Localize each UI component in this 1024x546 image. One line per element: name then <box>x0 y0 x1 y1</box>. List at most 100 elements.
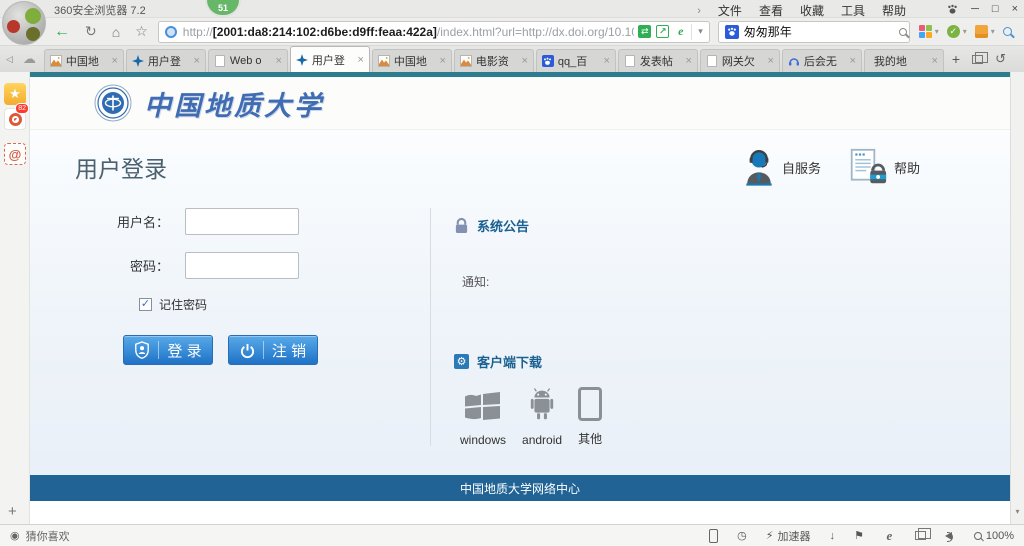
scroll-down-icon[interactable]: ▾ <box>1011 507 1024 516</box>
security-extension-icon[interactable]: ✓ <box>947 25 960 38</box>
speed-score-badge[interactable]: 51 <box>205 0 241 17</box>
zoom-control[interactable]: 100% <box>974 530 1014 542</box>
favorites-sidebar-icon[interactable]: ★ <box>4 83 26 105</box>
self-service-link[interactable]: 自服务 <box>743 148 821 186</box>
download-manager-icon[interactable]: ↓ <box>829 530 835 542</box>
accelerator-label: 加速器 <box>777 528 810 544</box>
shield-user-icon <box>134 341 150 359</box>
wallpaper-dropdown-icon[interactable]: ▾ <box>991 27 995 36</box>
tab-close-icon[interactable]: × <box>685 55 691 67</box>
volume-icon[interactable] <box>945 532 952 540</box>
menu-file[interactable]: 文件 <box>718 2 742 19</box>
cloud-sync-icon[interactable]: ☁ <box>23 51 36 67</box>
menu-overflow-icon[interactable]: › <box>697 5 701 17</box>
tab-2[interactable]: Web o × <box>208 49 288 72</box>
undo-close-tab-icon[interactable]: ↺ <box>995 51 1006 67</box>
menu-tools[interactable]: 工具 <box>841 2 865 19</box>
ie-compat-icon[interactable]: e <box>674 25 687 38</box>
check-icon: ✓ <box>141 299 150 310</box>
url-text[interactable]: http://[2001:da8:214:102:d6be:d9ff:feaa:… <box>183 25 634 39</box>
tab-close-icon[interactable]: × <box>603 55 609 67</box>
favorite-star-icon[interactable]: ☆ <box>135 23 148 40</box>
menu-favorites[interactable]: 收藏 <box>800 2 824 19</box>
menu-help[interactable]: 帮助 <box>882 2 906 19</box>
tab-close-icon[interactable]: × <box>521 55 527 67</box>
download-windows[interactable]: windows <box>460 390 506 447</box>
tab-9[interactable]: 后会无 × <box>782 49 862 72</box>
search-input[interactable] <box>744 25 899 39</box>
window-arrange-icon[interactable] <box>915 531 926 540</box>
download-other[interactable]: 其他 <box>578 387 602 447</box>
page-footer-space <box>30 501 1010 524</box>
maximize-icon[interactable]: □ <box>992 4 999 15</box>
help-link[interactable]: 帮助 <box>849 148 920 186</box>
remember-checkbox[interactable]: ✓ <box>139 298 152 311</box>
mobile-icon[interactable] <box>709 529 718 543</box>
refresh-icon[interactable]: ↻ <box>85 23 97 40</box>
collapse-sidebar-icon[interactable]: ◁ <box>6 54 13 65</box>
tab-10[interactable]: 我的地 × <box>864 49 944 72</box>
translate-icon[interactable]: ⇄ <box>638 25 651 38</box>
tab-close-icon[interactable]: × <box>275 55 281 67</box>
share-icon[interactable]: ↗ <box>656 25 669 38</box>
tab-close-icon[interactable]: × <box>193 55 199 67</box>
login-button[interactable]: 登 录 <box>123 335 213 365</box>
home-icon[interactable]: ⌂ <box>112 24 120 40</box>
android-label: android <box>522 433 562 447</box>
new-tab-icon[interactable]: + <box>952 51 960 67</box>
username-input[interactable] <box>185 208 299 235</box>
search-box[interactable] <box>718 21 910 43</box>
page-find-icon[interactable] <box>1003 27 1012 36</box>
user-avatar[interactable] <box>2 1 46 45</box>
search-icon[interactable] <box>899 28 907 36</box>
apps-dropdown-icon[interactable]: ▾ <box>935 27 939 36</box>
tab-0[interactable]: 中国地 × <box>44 49 124 72</box>
search-engine-icon[interactable] <box>725 25 739 39</box>
tab-1[interactable]: 用户登 × <box>126 49 206 72</box>
tab-close-icon[interactable]: × <box>767 55 773 67</box>
scrollbar[interactable]: ▾ <box>1010 72 1024 524</box>
tab-close-icon[interactable]: × <box>357 54 363 66</box>
page-main: 用户登录 <box>30 130 1010 475</box>
tab-close-icon[interactable]: × <box>931 55 937 67</box>
security-dropdown-icon[interactable]: ▾ <box>963 27 967 36</box>
tab-8[interactable]: 网关欠 × <box>700 49 780 72</box>
tab-close-icon[interactable]: × <box>849 55 855 67</box>
password-input[interactable] <box>185 252 299 279</box>
tab-label: 网关欠 <box>722 53 768 69</box>
address-bar[interactable]: http://[2001:da8:214:102:d6be:d9ff:feaa:… <box>158 21 710 43</box>
status-left[interactable]: ◉ 猜你喜欢 <box>10 528 70 544</box>
tab-label: 电影资 <box>476 53 522 69</box>
web-page: 中国地质大学 用户登录 <box>30 72 1010 524</box>
add-sidebar-app-icon[interactable]: + <box>8 503 17 520</box>
tab-label: 用户登 <box>312 52 358 68</box>
skin-paw-icon[interactable] <box>947 4 958 15</box>
menu-view[interactable]: 查看 <box>759 2 783 19</box>
logout-button[interactable]: 注 销 <box>228 335 318 365</box>
minimize-icon[interactable]: ─ <box>971 4 979 15</box>
tab-6[interactable]: qq_百 × <box>536 49 616 72</box>
tab-4[interactable]: 中国地 × <box>372 49 452 72</box>
tab-7[interactable]: 发表帖 × <box>618 49 698 72</box>
apps-grid-icon[interactable] <box>919 25 932 38</box>
flag-icon[interactable]: ⚑ <box>854 529 864 542</box>
ie-mode-icon[interactable]: e <box>883 529 896 542</box>
tab-3-active[interactable]: 用户登 × <box>290 46 370 72</box>
weibo-icon[interactable]: 82 <box>4 108 26 130</box>
tab-close-icon[interactable]: × <box>111 55 117 67</box>
mention-at-icon[interactable]: @ <box>4 143 26 165</box>
tab-close-icon[interactable]: × <box>439 55 445 67</box>
window-title: 360安全浏览器 7.2 <box>54 2 146 18</box>
gauge-icon[interactable]: ◷ <box>737 529 747 542</box>
close-window-icon[interactable]: × <box>1012 4 1018 15</box>
wallpaper-extension-icon[interactable] <box>975 25 988 38</box>
university-name: 中国地质大学 <box>144 84 324 123</box>
back-icon[interactable]: ← <box>54 23 70 41</box>
accelerator-item[interactable]: ⚡ 加速器 <box>766 528 811 544</box>
url-dropdown-icon[interactable]: ▾ <box>691 24 703 40</box>
download-android[interactable]: android <box>522 388 562 447</box>
power-icon <box>240 342 255 359</box>
tab-5[interactable]: 电影资 × <box>454 49 534 72</box>
restore-tabs-icon[interactable] <box>972 55 983 64</box>
compass-favicon <box>296 54 308 66</box>
